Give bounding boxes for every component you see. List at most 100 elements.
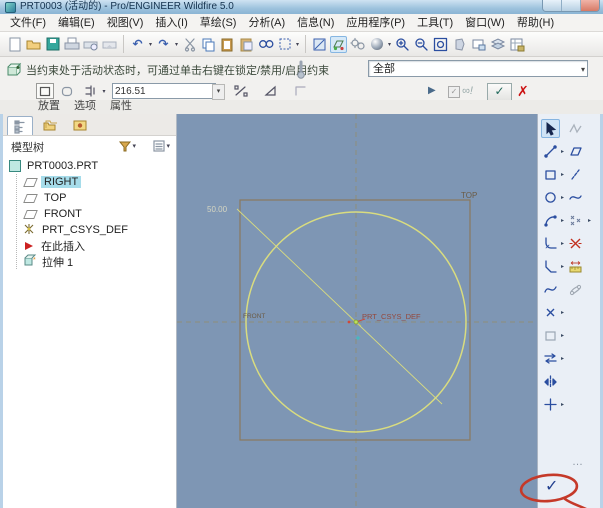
tree-item-top-plane[interactable]: TOP [3,190,176,206]
sketch-view-icon[interactable] [311,36,328,53]
arc-tool[interactable] [541,211,560,230]
dimension-value-input[interactable] [112,83,216,99]
tree-item-extrude[interactable]: * 拉伸 1 [3,254,176,270]
trim-flyout-icon[interactable]: ▸ [559,355,566,362]
tree-item-front-plane[interactable]: FRONT [3,206,176,222]
tab-placement[interactable]: 放置 [38,100,60,113]
chamfer-flyout-icon[interactable]: ▸ [559,263,566,270]
coordinate-points-tool[interactable] [566,211,585,230]
print-icon[interactable] [63,36,80,53]
tab-properties[interactable]: 属性 [110,100,132,113]
point-flyout-icon[interactable]: ▸ [559,309,566,316]
select-box-icon[interactable] [276,36,293,53]
parallelogram-tool[interactable] [566,142,585,161]
corner-rect-button[interactable] [36,83,54,99]
arc-flyout-icon[interactable]: ▸ [559,217,566,224]
ok-button[interactable]: ✓ [487,83,512,101]
tab-model-tree[interactable] [7,116,33,135]
sketcher-display-icon[interactable] [349,36,366,53]
circle-flyout-icon[interactable]: ▸ [559,194,566,201]
minimize-button[interactable] [543,0,562,11]
csys-marker[interactable] [348,318,365,340]
taper-option-icon[interactable] [262,83,280,99]
tree-item-insert-here[interactable]: 在此插入 [3,238,176,254]
cancel-button[interactable]: ✗ [517,83,529,100]
shaded-view-icon[interactable] [368,36,385,53]
view-manager-icon[interactable] [508,36,525,53]
fillet-flyout-icon[interactable]: ▸ [559,240,566,247]
fillet-tool[interactable] [541,234,560,253]
points-flyout-icon[interactable]: ▸ [586,217,593,224]
redo-dropdown-icon[interactable]: ▾ [173,41,180,48]
rectangle-flyout-icon[interactable]: ▸ [559,171,566,178]
circle-tool[interactable] [541,188,560,207]
menu-sketch[interactable]: 草绘(S) [194,14,243,32]
undo-dropdown-icon[interactable]: ▾ [147,41,154,48]
sketch-done-button[interactable]: ✓ [545,476,558,496]
layers-icon[interactable] [489,36,506,53]
undo-icon[interactable]: ↶ [129,36,146,53]
select-tool[interactable] [541,119,560,138]
tree-settings-button[interactable]: ▾ [152,138,170,154]
preview-checkbox[interactable]: ✓ [448,86,460,98]
menu-edit[interactable]: 编辑(E) [52,14,101,32]
chamfer-tool[interactable] [541,257,560,276]
rounded-rect-button[interactable] [58,83,76,99]
select-box-dropdown-icon[interactable]: ▾ [294,41,301,48]
copy-icon[interactable] [200,36,217,53]
dimension-label[interactable]: 50.00 [207,205,228,214]
line-flyout-icon[interactable]: ▸ [559,148,566,155]
delete-constraint-tool[interactable] [566,234,585,253]
saved-views-icon[interactable] [470,36,487,53]
slope-option-icon[interactable] [232,83,250,99]
sketch-canvas[interactable]: 50.00 TOP FRONT PRT_CSYS_DEF [177,114,537,508]
tree-show-button[interactable]: ▾ [118,138,136,154]
maximize-button[interactable] [562,0,581,11]
use-edge-flyout-icon[interactable]: ▸ [559,332,566,339]
zoom-in-icon[interactable] [394,36,411,53]
open-file-icon[interactable] [25,36,42,53]
tab-favorites[interactable] [67,116,93,135]
menu-applications[interactable]: 应用程序(P) [340,14,411,32]
menu-analysis[interactable]: 分析(A) [242,14,291,32]
use-edge-tool[interactable] [541,326,560,345]
constraint-filter-select[interactable]: 全部 ▾ [368,60,588,77]
tree-item-csys[interactable]: PRT_CSYS_DEF [3,222,176,238]
point-tool[interactable] [541,303,560,322]
centerline-tool[interactable] [566,165,585,184]
save-icon[interactable] [44,36,61,53]
move-resize-tool[interactable] [541,395,560,414]
line-tool[interactable] [541,142,560,161]
zoom-fit-icon[interactable] [432,36,449,53]
send-icon[interactable] [101,36,118,53]
menu-view[interactable]: 视图(V) [101,14,150,32]
tree-item-right-plane[interactable]: RIGHT [3,174,176,190]
paste-icon[interactable] [219,36,236,53]
dimension-dropdown-icon[interactable]: ▾ [99,83,109,99]
trim-tool[interactable] [541,349,560,368]
menu-tools[interactable]: 工具(T) [411,14,459,32]
tab-options[interactable]: 选项 [74,100,96,113]
datum-display-icon[interactable] [330,36,347,53]
curve-tool[interactable] [566,188,585,207]
tree-item-part[interactable]: PRT0003.PRT [3,158,176,174]
dimension-tool[interactable] [566,257,585,276]
new-file-icon[interactable] [6,36,23,53]
resume-button[interactable]: ▶ [428,83,436,100]
menu-info[interactable]: 信息(N) [291,14,340,32]
redo-icon[interactable]: ↷ [155,36,172,53]
menu-help[interactable]: 帮助(H) [511,14,560,32]
menu-file[interactable]: 文件(F) [4,14,52,32]
cut-icon[interactable] [181,36,198,53]
paste-special-icon[interactable] [238,36,255,53]
verify-glasses-icon[interactable]: ∞! [462,83,473,100]
print-preview-icon[interactable] [82,36,99,53]
close-button[interactable] [581,0,599,11]
window-controls[interactable] [542,0,600,12]
value-history-dropdown-icon[interactable]: ▾ [212,84,225,100]
rectangle-tool[interactable] [541,165,560,184]
diameter-dimension-line[interactable] [237,209,442,404]
menu-window[interactable]: 窗口(W) [459,14,511,32]
chevron-down-icon[interactable]: ▾ [581,61,585,78]
find-icon[interactable] [257,36,274,53]
